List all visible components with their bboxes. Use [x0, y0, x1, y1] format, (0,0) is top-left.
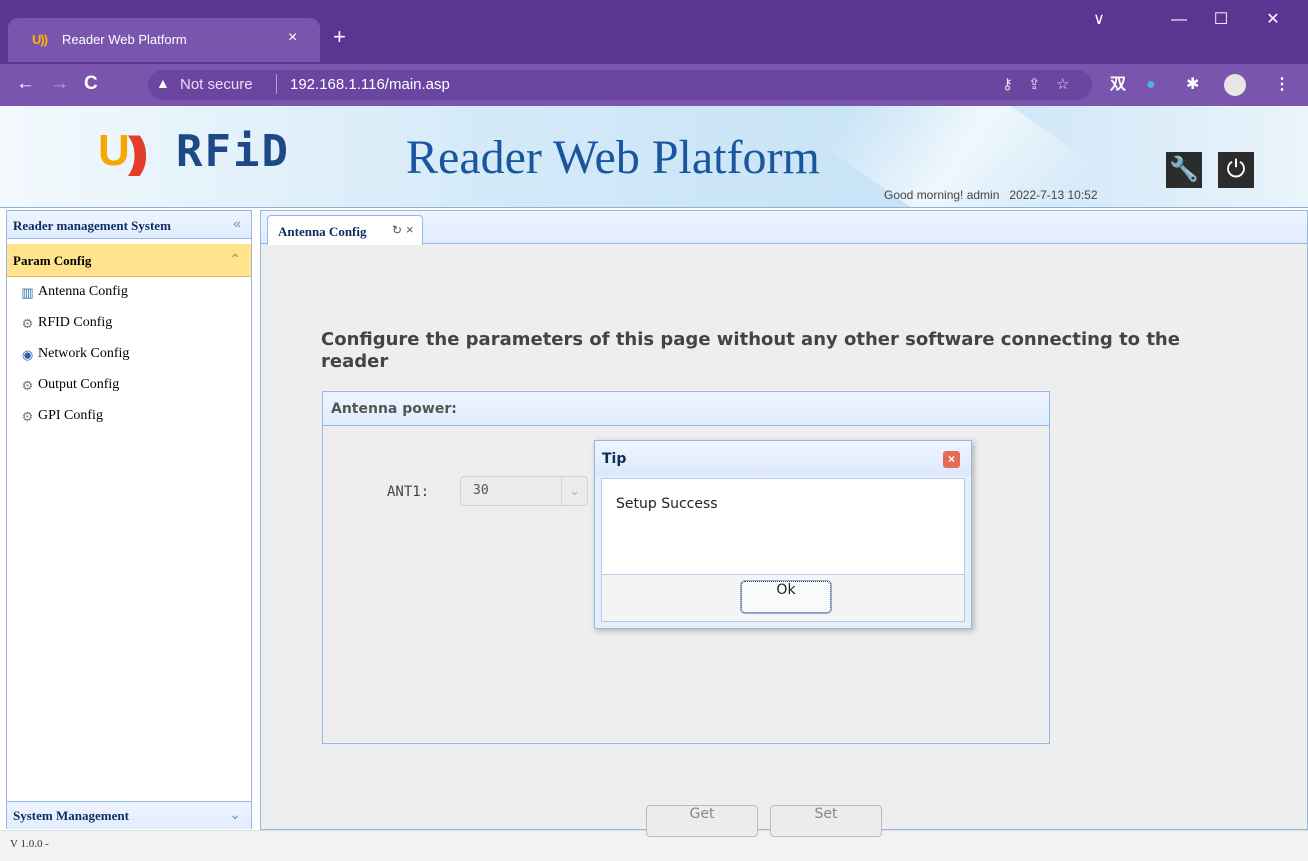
param-config-tree: ▥ Antenna Config ⚙ RFID Config ◉ Network…: [19, 284, 129, 439]
tab-close-icon[interactable]: ×: [288, 28, 297, 48]
chevron-down-icon[interactable]: ⌄: [561, 477, 587, 505]
power-icon: ⏻: [1226, 156, 1246, 183]
new-tab-button[interactable]: +: [333, 24, 346, 50]
accordion-title: System Management: [13, 808, 129, 823]
logout-button[interactable]: ⏻: [1218, 152, 1254, 188]
url-divider: [276, 74, 277, 94]
dialog-message: Setup Success: [616, 496, 718, 512]
key-icon[interactable]: ⚷: [1002, 75, 1013, 93]
translate-extension-icon[interactable]: 双: [1110, 74, 1126, 96]
extension-icon[interactable]: ●: [1146, 74, 1156, 96]
sidebar-item-label: Antenna Config: [38, 284, 128, 299]
logo-waves: )): [128, 128, 149, 177]
sidebar-item-antenna-config[interactable]: ▥ Antenna Config: [19, 284, 129, 315]
ant1-power-select[interactable]: 30 ⌄: [460, 476, 588, 506]
chevron-up-icon[interactable]: ⌃: [229, 251, 241, 268]
tip-dialog: Tip × Setup Success Ok: [594, 440, 972, 629]
dialog-footer: Ok: [601, 575, 965, 622]
sidebar: Reader management System « Param Config …: [6, 210, 252, 829]
back-icon[interactable]: ←: [16, 72, 35, 96]
close-icon[interactable]: ×: [943, 451, 960, 468]
close-window-icon[interactable]: ✕: [1258, 10, 1288, 30]
gear-icon: ⚙: [21, 316, 34, 331]
version-label: V 1.0.0 -: [10, 838, 49, 850]
ant1-label: ANT1:: [387, 484, 430, 500]
ant1-power-value: 30: [473, 483, 489, 498]
greeting: Good morning! admin 2022-7-13 10:52: [884, 188, 1098, 202]
sidebar-item-label: Network Config: [38, 346, 130, 361]
minimize-icon[interactable]: —: [1164, 10, 1194, 30]
browser-tab[interactable]: U)) Reader Web Platform ×: [8, 18, 320, 62]
share-icon[interactable]: ⇪: [1028, 75, 1041, 93]
security-label[interactable]: Not secure: [180, 76, 253, 93]
maximize-icon[interactable]: ☐: [1206, 10, 1236, 30]
collapse-sidebar-icon[interactable]: «: [233, 215, 241, 231]
gear-icon: ⚙: [21, 378, 34, 393]
star-icon[interactable]: ☆: [1056, 75, 1069, 93]
antenna-power-title: Antenna power:: [331, 401, 457, 417]
tab-search-icon[interactable]: ∨: [1084, 10, 1114, 30]
tab-antenna-config[interactable]: Antenna Config ↻ ×: [267, 215, 423, 245]
refresh-icon[interactable]: ↻: [392, 223, 402, 237]
page-headline: Configure the parameters of this page wi…: [321, 329, 1180, 372]
sidebar-item-gpi-config[interactable]: ⚙ GPI Config: [19, 408, 129, 439]
chevron-down-icon[interactable]: ⌄: [229, 806, 241, 823]
sidebar-item-label: RFID Config: [38, 315, 113, 330]
app-header: U )) RFiD Reader Web Platform Good morni…: [0, 106, 1308, 208]
sidebar-title: Reader management System: [13, 218, 171, 233]
ok-button[interactable]: Ok: [741, 581, 831, 613]
greeting-text: Good morning! admin: [884, 188, 1000, 202]
set-button[interactable]: Set: [770, 805, 882, 837]
settings-button[interactable]: 🔧: [1166, 152, 1202, 188]
antenna-power-header: Antenna power:: [323, 392, 1049, 426]
url-text[interactable]: 192.168.1.116/main.asp: [290, 76, 450, 93]
dialog-title: Tip: [602, 451, 627, 467]
accordion-system-management[interactable]: System Management ⌄: [7, 801, 251, 829]
warning-icon: ▲: [156, 75, 170, 91]
logo-u: U: [98, 126, 130, 175]
sidebar-header: Reader management System «: [7, 211, 251, 239]
page-title: Reader Web Platform: [406, 131, 820, 184]
profile-avatar[interactable]: [1224, 74, 1246, 96]
antenna-icon: ▥: [21, 285, 34, 300]
network-icon: ◉: [21, 347, 34, 362]
puzzle-icon[interactable]: ✱: [1186, 74, 1199, 96]
logo-text: RFiD: [176, 126, 290, 177]
tab-favicon-icon: U)): [32, 32, 48, 47]
reload-icon[interactable]: C: [84, 72, 98, 96]
dialog-body: Setup Success: [601, 478, 965, 575]
browser-menu-icon[interactable]: ⋮: [1274, 74, 1290, 96]
datetime: 2022-7-13 10:52: [1009, 188, 1098, 202]
sidebar-item-label: Output Config: [38, 377, 120, 392]
sidebar-item-network-config[interactable]: ◉ Network Config: [19, 346, 130, 377]
close-icon[interactable]: ×: [406, 222, 414, 237]
get-button[interactable]: Get: [646, 805, 758, 837]
accordion-param-config[interactable]: Param Config ⌃: [7, 244, 251, 277]
accordion-title: Param Config: [13, 253, 92, 268]
wrench-icon: 🔧: [1169, 156, 1199, 183]
browser-toolbar: ← → C ▲ Not secure 192.168.1.116/main.as…: [0, 64, 1308, 106]
content-tabs: Antenna Config ↻ ×: [261, 211, 1307, 245]
gear-icon: ⚙: [21, 409, 34, 424]
sidebar-item-rfid-config[interactable]: ⚙ RFID Config: [19, 315, 129, 346]
dialog-header: Tip ×: [595, 441, 971, 476]
sidebar-item-output-config[interactable]: ⚙ Output Config: [19, 377, 129, 408]
tab-title: Reader Web Platform: [62, 32, 187, 47]
sidebar-item-label: GPI Config: [38, 408, 103, 423]
address-bar[interactable]: ▲ Not secure 192.168.1.116/main.asp ⚷ ⇪ …: [148, 70, 1092, 100]
forward-icon[interactable]: →: [50, 72, 69, 96]
tab-label: Antenna Config: [278, 224, 367, 239]
